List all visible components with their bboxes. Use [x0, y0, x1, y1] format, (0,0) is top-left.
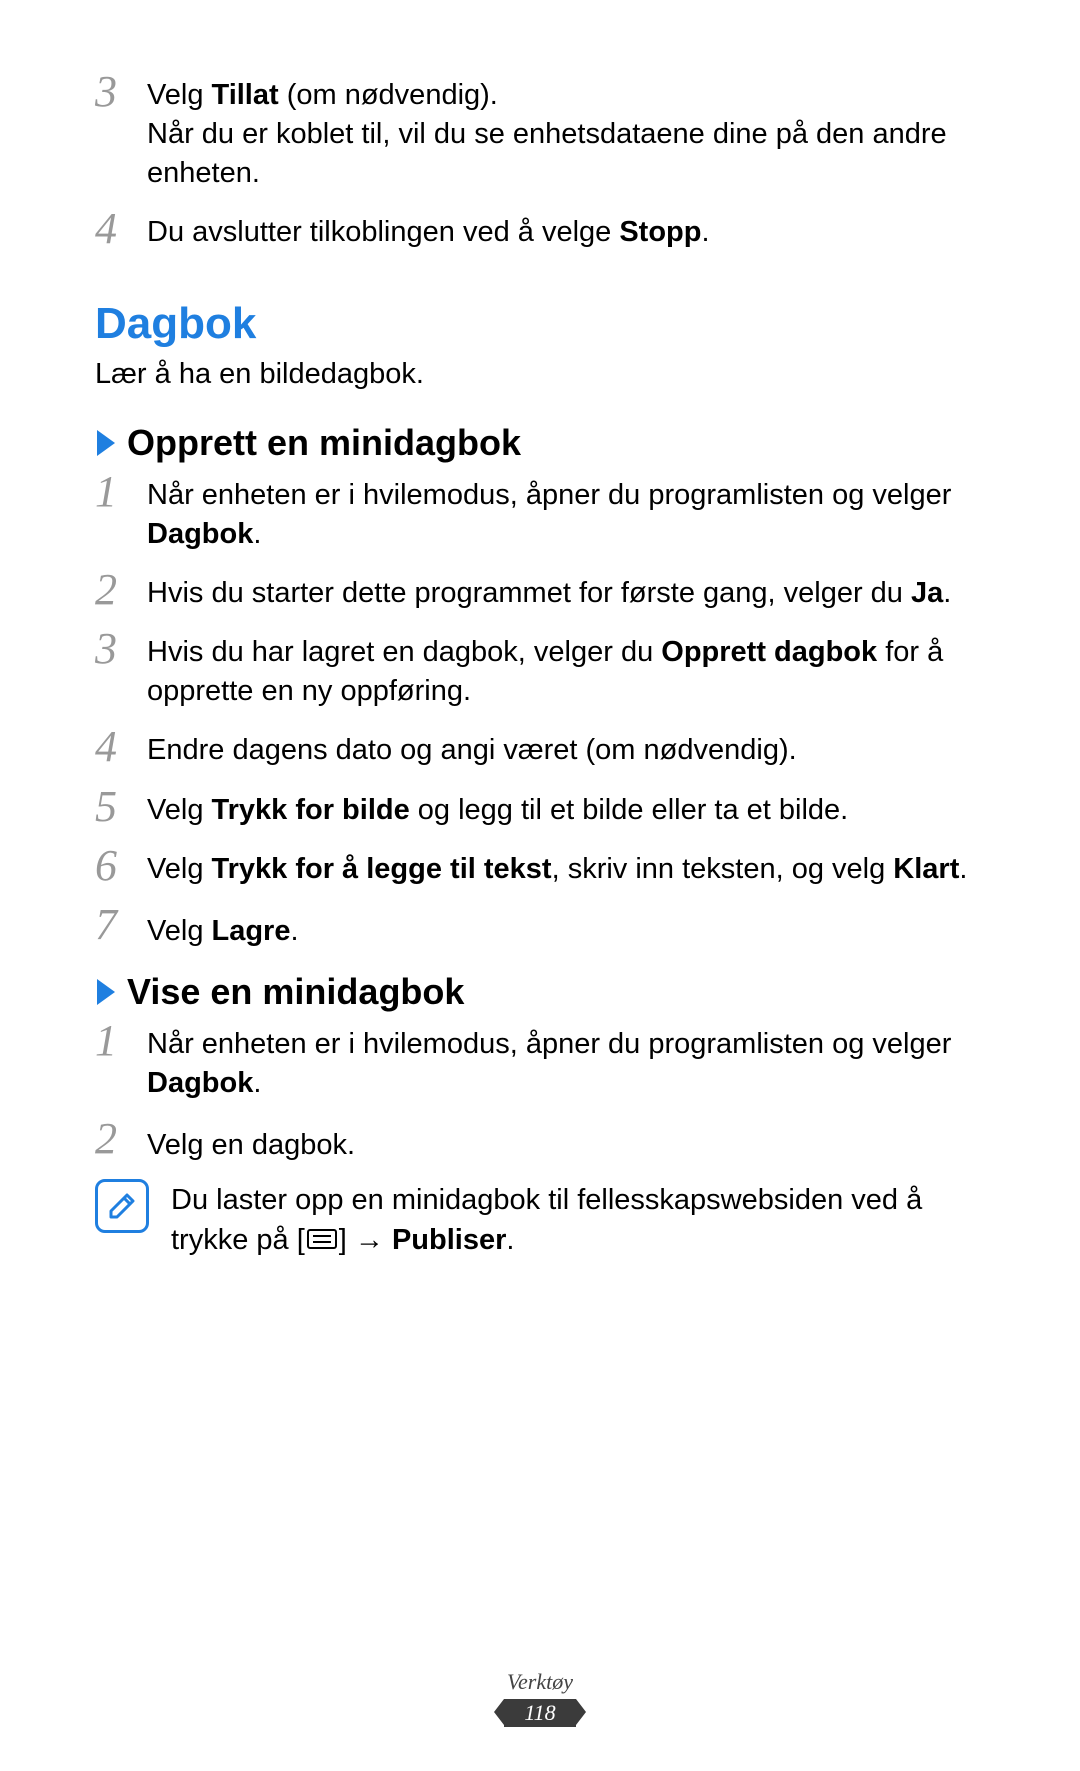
step-text: Når enheten er i hvilemodus, åpner du pr… — [147, 1019, 985, 1103]
bold: Klart — [893, 853, 959, 885]
step-text: Velg Lagre. — [147, 903, 299, 951]
step-row: 1 Når enheten er i hvilemodus, åpner du … — [95, 1019, 985, 1103]
text: Du laster opp en minidagbok til fellessk… — [171, 1184, 922, 1255]
text: . — [959, 853, 967, 885]
page-footer: Verktøy 118 — [0, 1669, 1080, 1727]
subsection-title: Vise en minidagbok — [127, 971, 464, 1013]
bold: Publiser — [392, 1224, 506, 1256]
step-text: Når enheten er i hvilemodus, åpner du pr… — [147, 470, 985, 554]
step-row: 3 Hvis du har lagret en dagbok, velger d… — [95, 627, 985, 711]
bold: Trykk for bilde — [212, 794, 410, 826]
text: . — [943, 577, 951, 609]
step-number: 4 — [95, 207, 147, 251]
text: . — [290, 915, 298, 947]
text: . — [701, 216, 709, 248]
step-number: 3 — [95, 627, 147, 671]
step-number: 1 — [95, 470, 147, 514]
footer-section-label: Verktøy — [0, 1669, 1080, 1695]
step-text: Velg Trykk for bilde og legg til et bild… — [147, 785, 848, 830]
step-number: 1 — [95, 1019, 147, 1063]
text: Når du er koblet til, vil du se enhetsda… — [147, 118, 947, 189]
step-row: 1 Når enheten er i hvilemodus, åpner du … — [95, 470, 985, 554]
step-row: 2 Velg en dagbok. — [95, 1117, 985, 1165]
step-text: Hvis du starter dette programmet for før… — [147, 568, 951, 613]
text: Velg — [147, 794, 212, 826]
step-number: 6 — [95, 844, 147, 888]
bold: Tillat — [212, 79, 279, 111]
step-text: Du avslutter tilkoblingen ved å velge St… — [147, 207, 710, 252]
step-number: 4 — [95, 725, 147, 769]
bold: Opprett dagbok — [661, 636, 877, 668]
bold: Ja — [911, 577, 943, 609]
text: . — [253, 518, 261, 550]
bold: Dagbok — [147, 1067, 253, 1099]
step-number: 2 — [95, 568, 147, 612]
step-text: Velg Trykk for å legge til tekst, skriv … — [147, 844, 967, 889]
text: Velg — [147, 853, 212, 885]
step-row: 4 Du avslutter tilkoblingen ved å velge … — [95, 207, 985, 252]
chevron-right-icon — [95, 977, 117, 1007]
text: . — [506, 1224, 514, 1256]
subsection-heading: Opprett en minidagbok — [95, 422, 985, 464]
text: og legg til et bilde eller ta et bilde. — [410, 794, 849, 826]
section-title: Dagbok — [95, 299, 985, 349]
text: Velg — [147, 915, 212, 947]
text: Når enheten er i hvilemodus, åpner du pr… — [147, 1028, 951, 1060]
bold: Trykk for å legge til tekst — [212, 853, 552, 885]
text: . — [253, 1067, 261, 1099]
text: (om nødvendig). — [279, 79, 498, 111]
text: Velg — [147, 79, 212, 111]
step-row: 3 Velg Tillat (om nødvendig). Når du er … — [95, 70, 985, 193]
manual-page: 3 Velg Tillat (om nødvendig). Når du er … — [0, 0, 1080, 1771]
step-row: 6 Velg Trykk for å legge til tekst, skri… — [95, 844, 985, 889]
step-row: 4 Endre dagens dato og angi været (om nø… — [95, 725, 985, 770]
subsection-title: Opprett en minidagbok — [127, 422, 521, 464]
step-row: 7 Velg Lagre. — [95, 903, 985, 951]
note-row: Du laster opp en minidagbok til fellessk… — [95, 1179, 985, 1260]
step-row: 2 Hvis du starter dette programmet for f… — [95, 568, 985, 613]
text: Når enheten er i hvilemodus, åpner du pr… — [147, 479, 951, 511]
subsection-heading: Vise en minidagbok — [95, 971, 985, 1013]
step-number: 7 — [95, 903, 147, 947]
note-icon — [95, 1179, 149, 1233]
step-text: Velg en dagbok. — [147, 1117, 355, 1165]
text: Hvis du starter dette programmet for før… — [147, 577, 911, 609]
step-text: Velg Tillat (om nødvendig). Når du er ko… — [147, 70, 985, 193]
step-number: 5 — [95, 785, 147, 829]
bold: Dagbok — [147, 518, 253, 550]
menu-key-icon — [305, 1221, 339, 1260]
step-text: Endre dagens dato og angi været (om nødv… — [147, 725, 797, 770]
step-row: 5 Velg Trykk for bilde og legg til et bi… — [95, 785, 985, 830]
text: , skriv inn teksten, og velg — [552, 853, 894, 885]
text: Du avslutter tilkoblingen ved å velge — [147, 216, 619, 248]
bold: Stopp — [619, 216, 701, 248]
step-number: 2 — [95, 1117, 147, 1161]
page-number: 118 — [504, 1699, 576, 1727]
bold: Lagre — [212, 915, 291, 947]
chevron-right-icon — [95, 428, 117, 458]
step-text: Hvis du har lagret en dagbok, velger du … — [147, 627, 985, 711]
step-number: 3 — [95, 70, 147, 114]
pencil-icon — [105, 1189, 139, 1223]
section-subtitle: Lær å ha en bildedagbok. — [95, 355, 985, 394]
note-text: Du laster opp en minidagbok til fellessk… — [171, 1179, 985, 1260]
text: Hvis du har lagret en dagbok, velger du — [147, 636, 661, 668]
text: ] → — [339, 1224, 392, 1256]
